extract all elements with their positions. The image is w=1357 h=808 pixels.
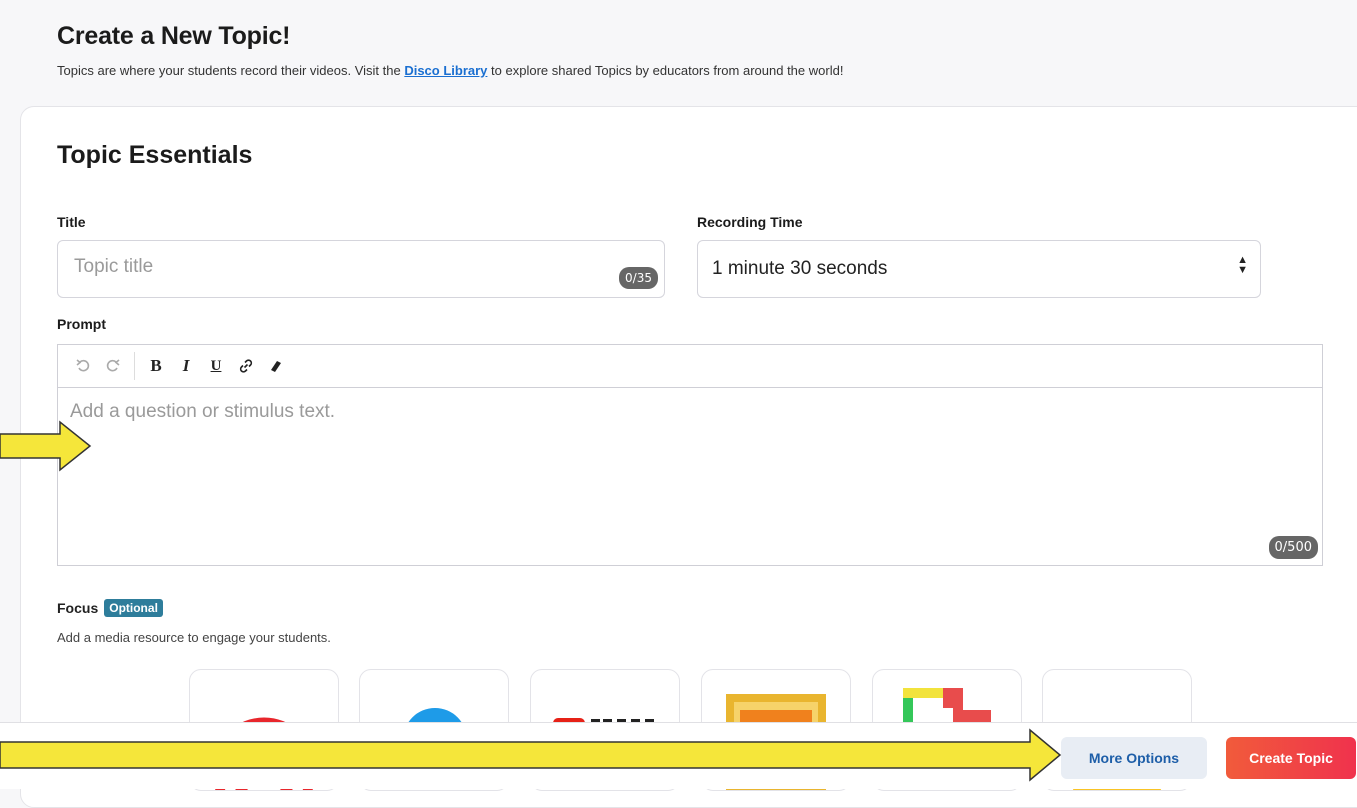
description-text-after: to explore shared Topics by educators fr… <box>487 63 844 78</box>
prompt-placeholder: Add a question or stimulus text. <box>70 401 336 422</box>
title-label: Title <box>57 214 86 230</box>
disco-library-link[interactable]: Disco Library <box>404 63 487 78</box>
create-topic-button[interactable]: Create Topic <box>1226 737 1356 779</box>
toolbar-divider <box>134 352 135 380</box>
recording-time-value: 1 minute 30 seconds <box>712 258 888 279</box>
clear-format-eraser-icon[interactable] <box>261 351 291 381</box>
link-icon[interactable] <box>231 351 261 381</box>
underline-button[interactable]: U <box>201 351 231 381</box>
optional-badge: Optional <box>104 599 163 617</box>
section-title: Topic Essentials <box>57 141 253 169</box>
page-title: Create a New Topic! <box>57 22 291 50</box>
focus-label: Focus <box>57 600 99 616</box>
prompt-char-counter: 0/500 <box>1268 536 1318 559</box>
focus-description: Add a media resource to engage your stud… <box>57 630 331 645</box>
select-updown-icon: ▲ ▼ <box>1237 254 1248 276</box>
more-options-button[interactable]: More Options <box>1061 737 1207 779</box>
redo-icon[interactable] <box>98 351 128 381</box>
title-field[interactable]: 0/35 <box>57 240 665 298</box>
page-header: Create a New Topic! Topics are where you… <box>57 22 843 78</box>
undo-icon[interactable] <box>68 351 98 381</box>
prompt-label: Prompt <box>57 316 106 332</box>
title-input[interactable] <box>72 255 596 279</box>
editor-toolbar: B I U <box>58 345 1322 388</box>
recording-time-select[interactable]: 1 minute 30 seconds ▲ ▼ <box>697 240 1261 298</box>
bold-button[interactable]: B <box>141 351 171 381</box>
page-description: Topics are where your students record th… <box>57 63 843 78</box>
title-char-counter: 0/35 <box>619 267 658 289</box>
recording-time-label: Recording Time <box>697 214 803 230</box>
annotation-arrow-prompt <box>0 420 92 472</box>
focus-header: Focus Optional <box>57 599 163 617</box>
topic-essentials-card: Topic Essentials Title 0/35 Recording Ti… <box>20 106 1357 808</box>
prompt-editor[interactable]: B I U Add a question or stimulus text. 0… <box>57 344 1323 566</box>
annotation-arrow-more-options <box>0 728 1062 782</box>
italic-button[interactable]: I <box>171 351 201 381</box>
description-text-before: Topics are where your students record th… <box>57 63 405 78</box>
